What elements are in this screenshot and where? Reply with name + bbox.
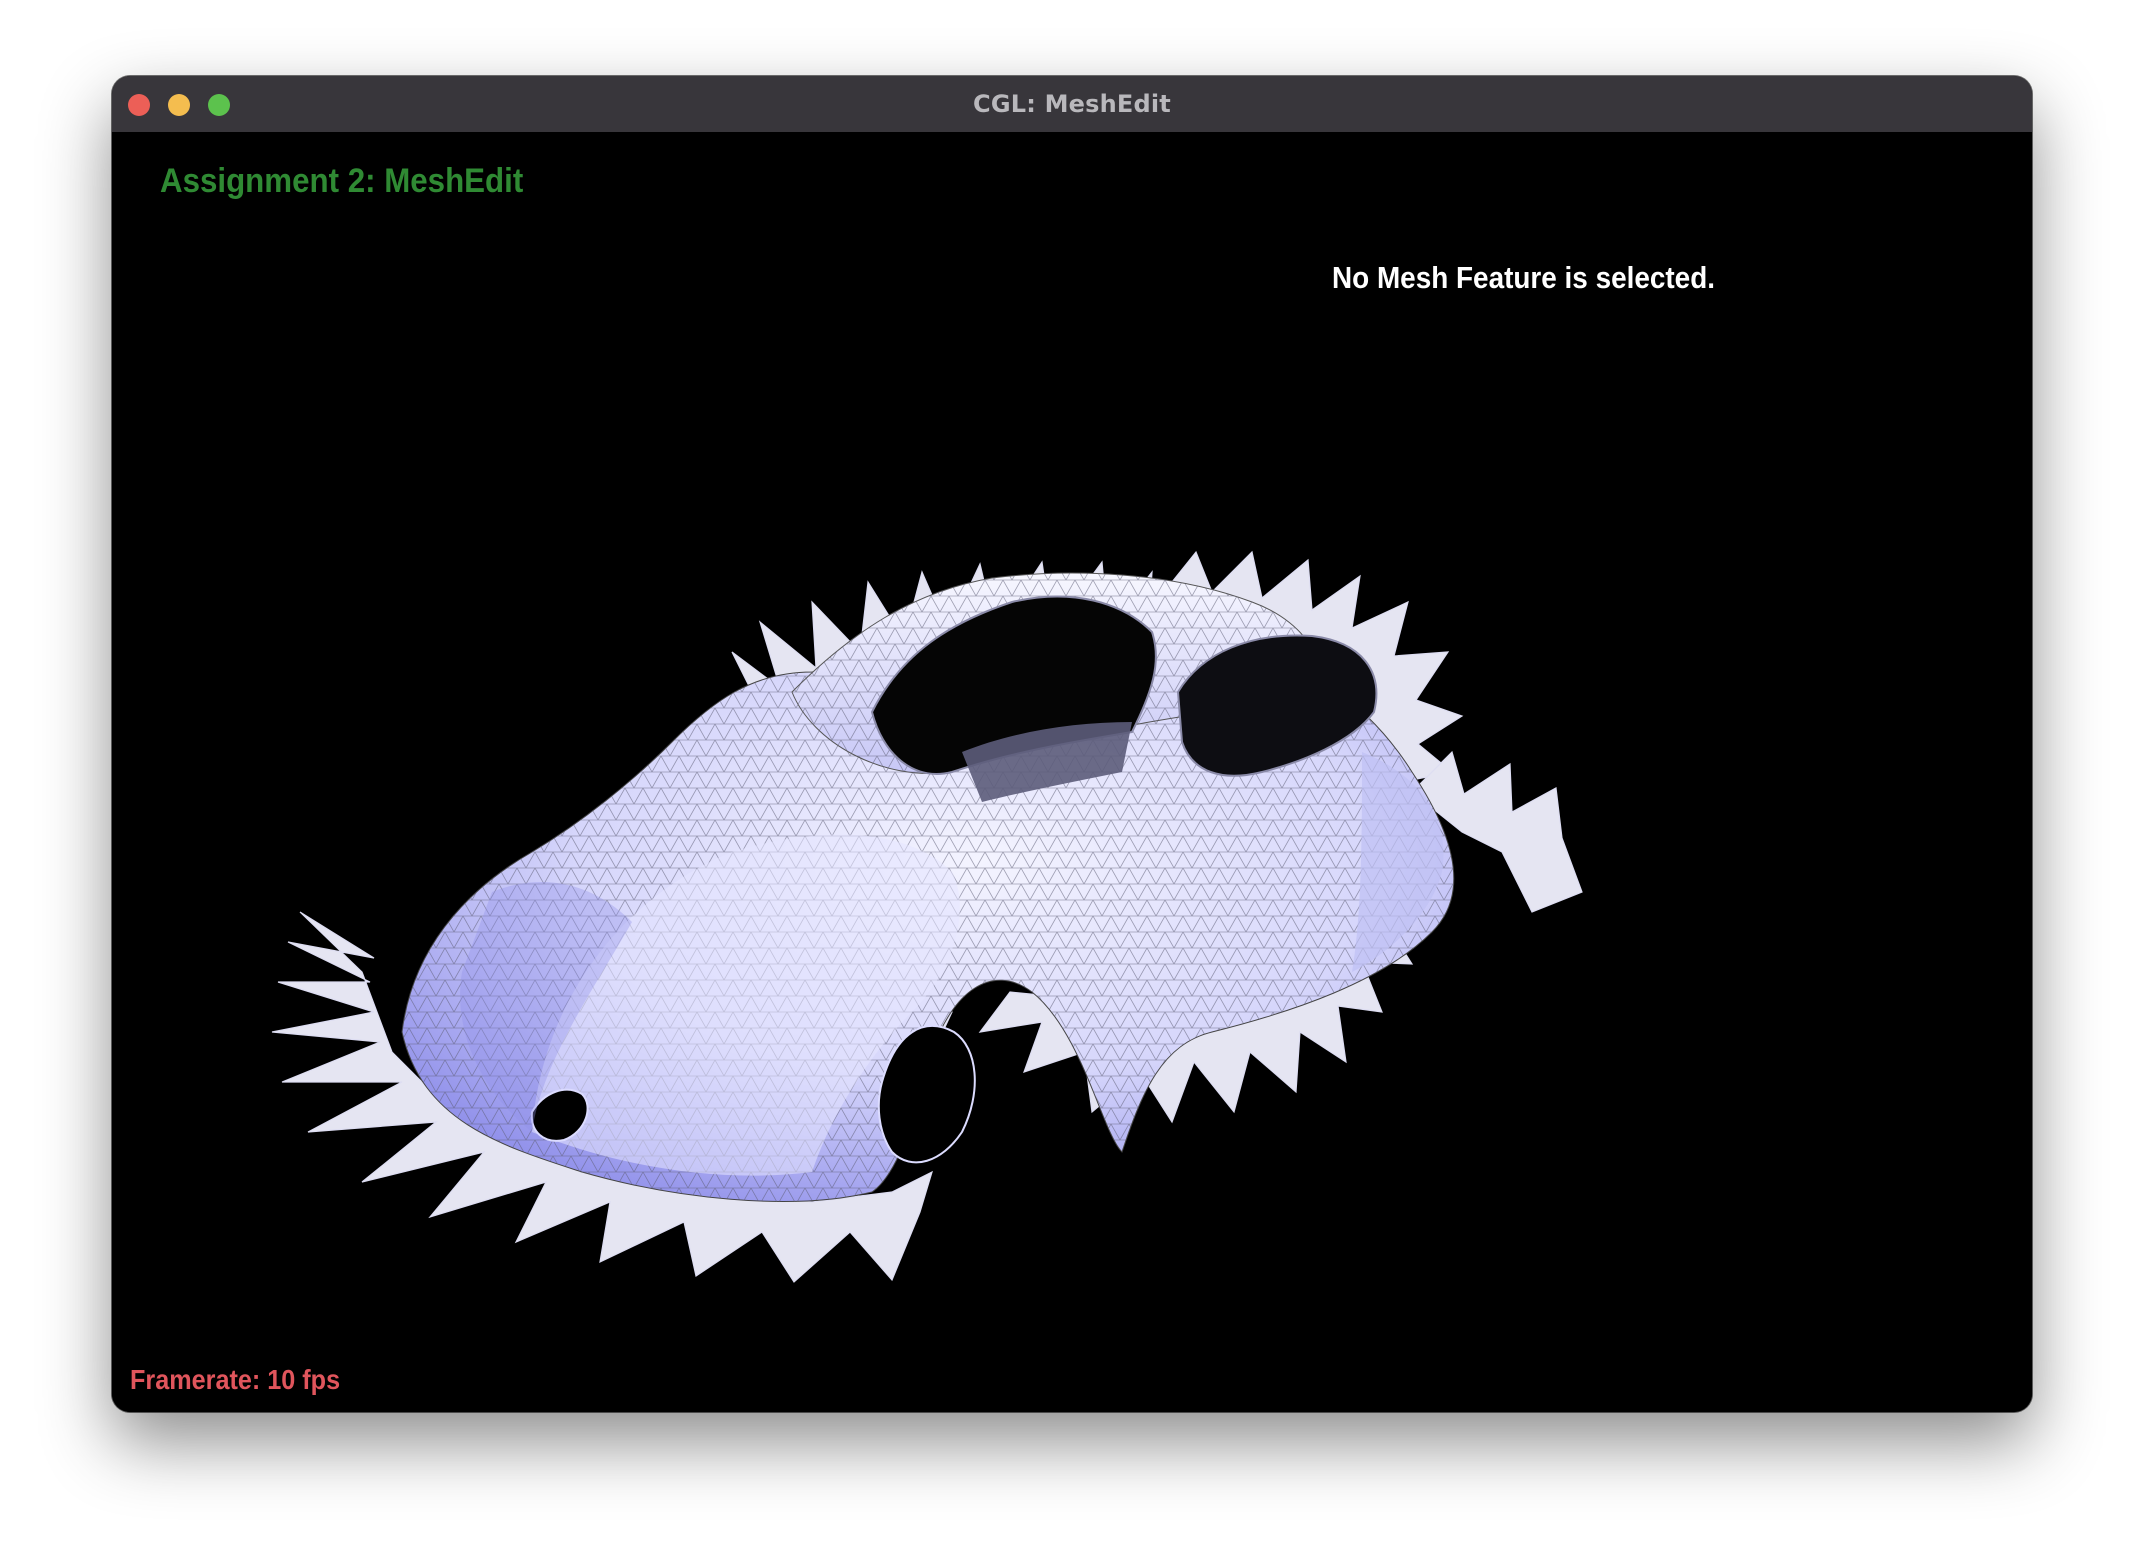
meshedit-window: CGL: MeshEdit Assignment 2: MeshEdit No …	[112, 76, 2032, 1412]
car-mesh-render[interactable]	[112, 132, 2032, 1412]
mesh-viewport[interactable]: Assignment 2: MeshEdit No Mesh Feature i…	[112, 132, 2032, 1412]
assignment-label: Assignment 2: MeshEdit	[160, 162, 524, 200]
window-title: CGL: MeshEdit	[973, 90, 1171, 118]
framerate-readout: Framerate: 10 fps	[130, 1364, 341, 1395]
car-body	[401, 572, 1455, 1202]
title-bar[interactable]: CGL: MeshEdit	[112, 76, 2032, 133]
selection-status-text: No Mesh Feature is selected.	[1332, 260, 1715, 295]
